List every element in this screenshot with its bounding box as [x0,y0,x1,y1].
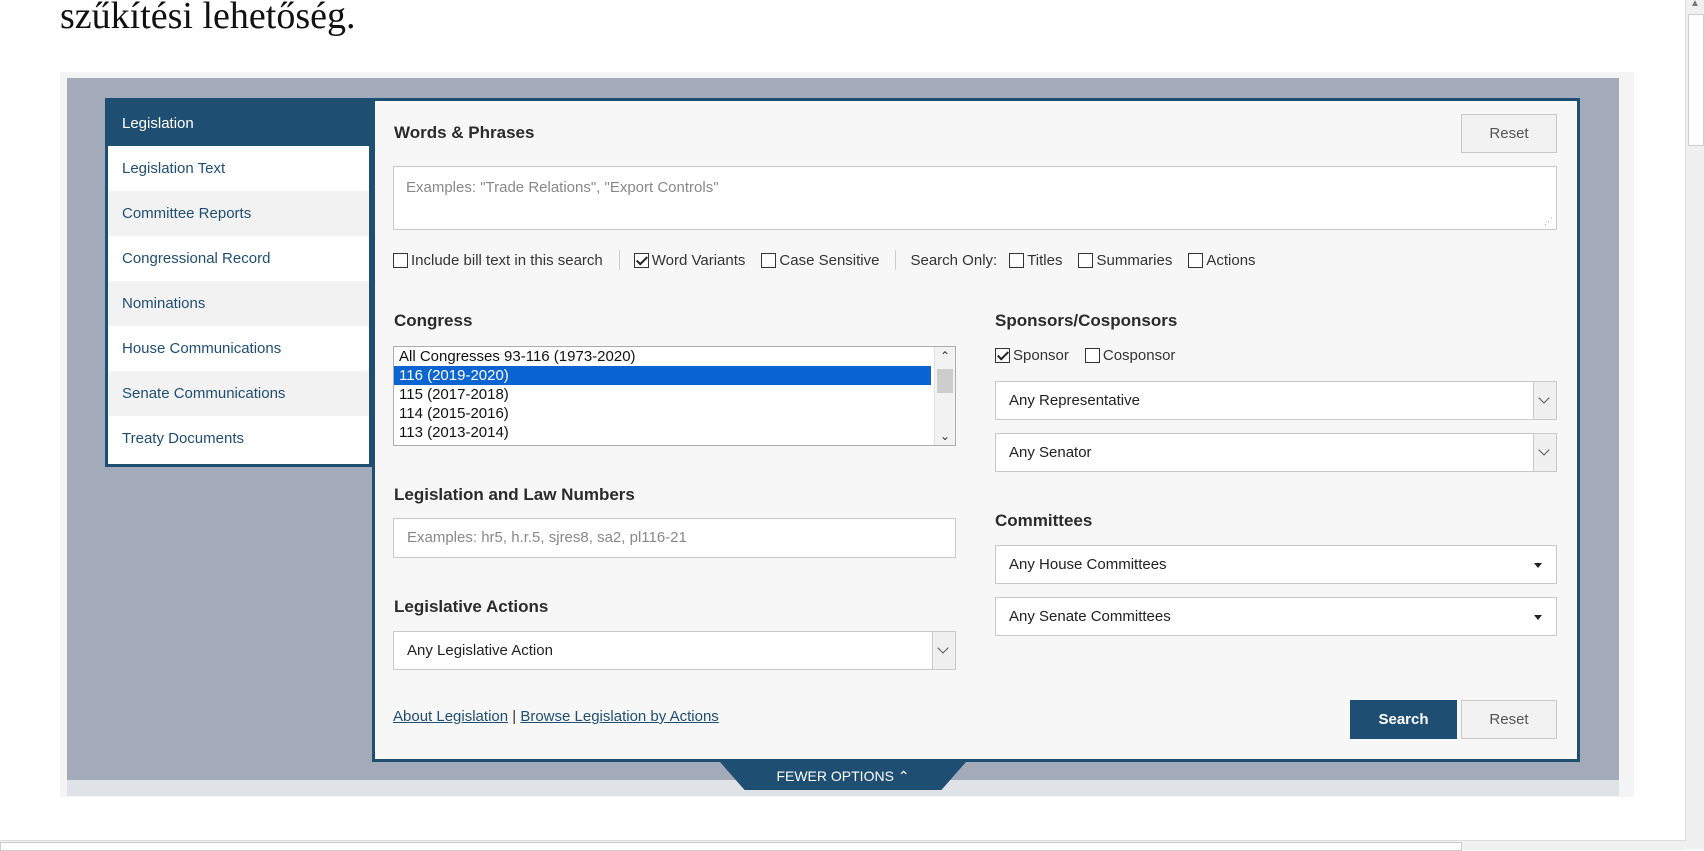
top-reset-button[interactable]: Reset [1461,114,1557,153]
options-divider [895,250,897,270]
congress-listbox[interactable]: All Congresses 93-116 (1973-2020) 116 (2… [393,346,956,446]
actions-checkbox[interactable] [1188,252,1204,268]
senate-committees-value: Any Senate Committees [1009,608,1171,625]
summaries-checkbox[interactable] [1078,252,1094,268]
sidebar-item-congressional-record[interactable]: Congressional Record [108,236,369,281]
senate-committees-select[interactable]: Any Senate Committees [995,597,1557,636]
legislation-numbers-title: Legislation and Law Numbers [394,485,635,504]
include-bill-text-checkbox[interactable] [393,252,408,268]
bottom-reset-button[interactable]: Reset [1461,700,1557,739]
titles-checkbox[interactable] [1009,252,1025,268]
caret-down-icon [1534,563,1542,568]
chevron-down-icon[interactable] [1533,382,1556,419]
sidebar-item-legislation[interactable]: Legislation [108,101,369,146]
congress-option[interactable]: All Congresses 93-116 (1973-2020) [394,347,931,366]
sponsor-options-row: Sponsor Cosponsor [995,347,1175,364]
footer-link-separator: | [512,708,517,725]
footer-links: About Legislation | Browse Legislation b… [393,708,719,725]
words-phrases-title: Words & Phrases [394,123,535,142]
document-heading-text: szűkítési lehetőség. [60,0,356,37]
sidebar-item-committee-reports[interactable]: Committee Reports [108,191,369,236]
congress-option-selected[interactable]: 116 (2019-2020) [394,366,931,385]
sponsor-label: Sponsor [1013,347,1069,364]
cosponsor-label: Cosponsor [1102,347,1176,364]
document-scroll-thumb[interactable] [1688,14,1704,146]
chevron-down-icon[interactable] [1533,434,1556,471]
sidebar-item-treaty-documents[interactable]: Treaty Documents [108,416,369,461]
house-committees-value: Any House Committees [1009,556,1167,573]
cosponsor-checkbox[interactable] [1084,348,1100,363]
search-options-row: Include bill text in this search Word Va… [393,250,1256,270]
legislative-action-select[interactable]: Any Legislative Action [393,631,956,670]
summaries-label: Summaries [1096,251,1173,269]
document-vertical-scrollbar[interactable]: ▲ [1685,0,1704,849]
browse-legislation-link[interactable]: Browse Legislation by Actions [520,708,718,725]
legislation-numbers-placeholder: Examples: hr5, h.r.5, sjres8, sa2, pl116… [407,529,687,546]
representative-value: Any Representative [1009,392,1140,409]
sidebar-item-senate-communications[interactable]: Senate Communications [108,371,369,416]
scroll-up-icon[interactable]: ▲ [1690,0,1700,9]
word-variants-checkbox[interactable] [633,252,649,268]
sidebar-item-house-communications[interactable]: House Communications [108,326,369,371]
caret-down-icon [1534,615,1542,620]
titles-label: Titles [1027,251,1063,269]
resize-grip-icon[interactable]: ⋰ [1544,216,1553,227]
horizontal-scroll-thumb[interactable] [0,842,1462,851]
word-variants-label: Word Variants [651,251,746,269]
include-bill-text-label: Include bill text in this search [411,251,603,269]
words-phrases-placeholder: Examples: "Trade Relations", "Export Con… [406,179,719,196]
sidebar-item-nominations[interactable]: Nominations [108,281,369,326]
fewer-options-toggle[interactable]: FEWER OPTIONS ⌃ [720,762,966,790]
case-sensitive-label: Case Sensitive [779,251,880,269]
sponsors-title: Sponsors/Cosponsors [995,311,1178,330]
words-phrases-textarea[interactable]: Examples: "Trade Relations", "Export Con… [393,166,1557,230]
sponsor-checkbox[interactable] [995,348,1010,363]
legislative-action-value: Any Legislative Action [407,642,553,659]
actions-label: Actions [1206,251,1256,269]
committees-title: Committees [995,511,1093,530]
congress-listbox-scrollbar[interactable]: ⌃ ⌄ [934,347,955,445]
senator-select[interactable]: Any Senator [995,433,1557,472]
search-button[interactable]: Search [1350,700,1457,739]
sidebar-item-legislation-text[interactable]: Legislation Text [108,146,369,191]
about-legislation-link[interactable]: About Legislation [393,708,508,725]
legislative-actions-title: Legislative Actions [394,597,549,616]
legislation-numbers-input[interactable]: Examples: hr5, h.r.5, sjres8, sa2, pl116… [393,518,956,558]
chevron-down-icon[interactable] [932,632,955,669]
scroll-up-icon[interactable]: ⌃ [940,349,950,363]
senator-value: Any Senator [1009,444,1092,461]
collection-sidebar: Legislation Legislation Text Committee R… [105,98,372,467]
congress-scroll-thumb[interactable] [937,369,953,393]
congress-title: Congress [394,311,473,330]
scroll-down-icon[interactable]: ⌄ [940,429,950,443]
house-committees-select[interactable]: Any House Committees [995,545,1557,584]
congress-option[interactable]: 113 (2013-2014) [394,423,931,442]
search-only-label: Search Only: [910,251,998,269]
options-divider [618,250,620,270]
congress-option[interactable]: 115 (2017-2018) [394,385,931,404]
representative-select[interactable]: Any Representative [995,381,1557,420]
congress-option[interactable]: 114 (2015-2016) [394,404,931,423]
case-sensitive-checkbox[interactable] [761,252,777,268]
